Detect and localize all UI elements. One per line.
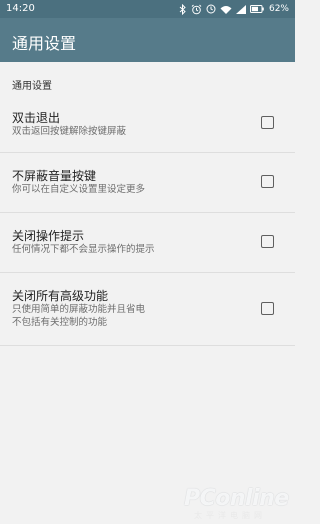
setting-disable-advanced[interactable]: 关闭所有高级功能 只使用简单的屏蔽功能并且省电 不包括有关控制的功能 [0, 272, 295, 346]
checkbox[interactable] [261, 175, 274, 188]
setting-subtitle: 你可以在自定义设置里设定更多 [12, 184, 146, 195]
wifi-icon [220, 5, 232, 14]
setting-title: 关闭操作提示 [12, 229, 85, 243]
setting-subtitle: 任何情况下都不会显示操作的提示 [12, 244, 155, 255]
clock-icon [206, 4, 216, 14]
section-header: 通用设置 [12, 81, 52, 92]
status-bar: 14:20 62% [0, 0, 295, 18]
setting-volume-keys[interactable]: 不屏蔽音量按键 你可以在自定义设置里设定更多 [0, 152, 295, 213]
setting-disable-tips[interactable]: 关闭操作提示 任何情况下都不会显示操作的提示 [0, 212, 295, 273]
setting-subtitle: 只使用简单的屏蔽功能并且省电 [12, 304, 146, 315]
bluetooth-icon [179, 3, 186, 15]
checkbox[interactable] [261, 235, 274, 248]
status-icons: 62% [179, 2, 289, 16]
alarm-icon [191, 4, 202, 14]
watermark-brand: PConline [184, 486, 289, 511]
watermark: PConline 太平洋电脑网 [178, 486, 290, 520]
cell-signal-icon [235, 4, 246, 14]
setting-double-tap-exit[interactable]: 双击退出 双击返回按键解除按键屏蔽 [0, 96, 295, 153]
setting-subtitle: 不包括有关控制的功能 [12, 317, 108, 328]
settings-list: 通用设置 双击退出 双击返回按键解除按键屏蔽 不屏蔽音量按键 你可以在自定义设置… [0, 62, 295, 524]
battery-percent: 62% [268, 4, 289, 14]
watermark-sub: 太平洋电脑网 [194, 511, 266, 520]
setting-title: 关闭所有高级功能 [12, 289, 109, 303]
page-title: 通用设置 [12, 34, 77, 53]
battery-icon [249, 5, 264, 13]
status-time: 14:20 [6, 3, 35, 14]
setting-title: 不屏蔽音量按键 [12, 169, 97, 183]
setting-title: 双击退出 [12, 111, 61, 125]
app-bar: 通用设置 [0, 18, 295, 62]
setting-subtitle: 双击返回按键解除按键屏蔽 [12, 126, 127, 137]
checkbox[interactable] [261, 116, 274, 129]
checkbox[interactable] [261, 302, 274, 315]
